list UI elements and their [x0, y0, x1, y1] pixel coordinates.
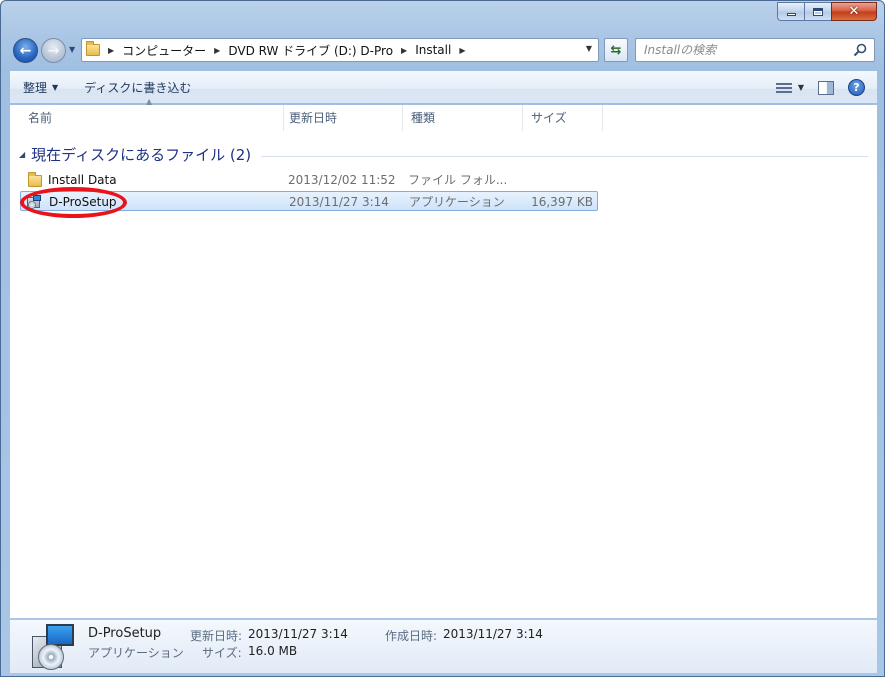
group-header[interactable]: ◢ 現在ディスクにあるファイル (2)	[10, 143, 868, 165]
column-size[interactable]: サイズ	[523, 105, 603, 131]
change-view-button[interactable]: ▼	[775, 82, 804, 94]
details-created-label: 作成日時:	[385, 629, 438, 643]
details-size-value: 16.0 MB	[248, 644, 298, 658]
breadcrumb-arrow-icon[interactable]: ▶	[214, 46, 220, 55]
setup-exe-large-icon	[30, 624, 76, 670]
command-bar: 整理 ▼ ディスクに書き込む ▼ ?	[10, 71, 877, 104]
maximize-icon	[813, 7, 823, 16]
collapse-triangle-icon[interactable]: ◢	[19, 150, 25, 159]
file-row-d-prosetup[interactable]: D-ProSetup 2013/11/27 3:14 アプリケーション 16,3…	[20, 191, 598, 211]
forward-button[interactable]: →	[41, 38, 66, 63]
file-type: アプリケーション	[409, 195, 505, 209]
group-divider	[261, 155, 868, 157]
column-type[interactable]: 種類	[403, 105, 523, 131]
folder-icon	[86, 41, 100, 56]
breadcrumb-arrow-icon[interactable]: ▶	[401, 46, 407, 55]
caption-buttons: ✕	[777, 2, 877, 22]
history-dropdown-icon[interactable]: ▼	[69, 45, 75, 54]
help-icon[interactable]: ?	[848, 79, 865, 96]
navigation-bar: ← → ▼ ▶ コンピューター ▶ DVD RW ドライブ (D:) D-Pro…	[1, 31, 884, 69]
arrow-right-icon: →	[47, 42, 60, 59]
view-list-icon	[775, 82, 792, 94]
chevron-down-icon: ▼	[52, 82, 59, 92]
details-file-type: アプリケーション	[88, 646, 184, 660]
column-name[interactable]: 名前	[20, 105, 284, 131]
column-date-modified[interactable]: 更新日時	[281, 105, 403, 131]
file-row-install-data[interactable]: Install Data 2013/12/02 11:52 ファイル フォル..…	[20, 170, 598, 190]
details-pane: D-ProSetup アプリケーション 更新日時: 2013/11/27 3:1…	[10, 619, 877, 673]
refresh-icon: ⇆	[610, 42, 622, 58]
group-title: 現在ディスクにあるファイル (2)	[31, 145, 252, 164]
search-input[interactable]	[644, 43, 844, 57]
details-modified-label: 更新日時:	[190, 629, 243, 643]
column-header: ▲ 名前 更新日時 種類 サイズ	[10, 97, 877, 131]
breadcrumb-arrow-icon[interactable]: ▶	[459, 46, 465, 55]
address-dropdown-icon[interactable]: ▼	[586, 44, 592, 53]
details-created-value: 2013/11/27 3:14	[443, 627, 543, 641]
preview-pane-icon[interactable]	[818, 80, 834, 95]
minimize-icon	[786, 13, 796, 16]
close-icon: ✕	[848, 4, 860, 19]
details-size-label: サイズ:	[202, 646, 242, 660]
chevron-down-icon: ▼	[797, 83, 804, 92]
breadcrumb-dvd-drive[interactable]: DVD RW ドライブ (D:) D-Pro	[228, 42, 393, 59]
organize-button[interactable]: 整理 ▼	[10, 71, 71, 104]
file-date: 2013/12/02 11:52	[288, 173, 396, 187]
maximize-button[interactable]	[804, 2, 831, 21]
breadcrumb-arrow-icon[interactable]: ▶	[108, 46, 114, 55]
file-name: D-ProSetup	[49, 195, 117, 209]
search-icon[interactable]	[853, 43, 867, 57]
details-modified-value: 2013/11/27 3:14	[248, 627, 348, 641]
back-button[interactable]: ←	[13, 38, 38, 63]
file-date: 2013/11/27 3:14	[289, 195, 389, 209]
file-list: ▲ 名前 更新日時 種類 サイズ ◢ 現在ディスクにあるファイル (2) Ins…	[10, 97, 877, 618]
explorer-window: ✕ ← → ▼ ▶ コンピューター ▶ DVD RW ドライブ (D:) D-P…	[0, 0, 885, 677]
setup-exe-icon	[27, 195, 42, 209]
burn-label: ディスクに書き込む	[84, 80, 192, 95]
organize-label: 整理	[23, 80, 48, 95]
breadcrumb-install[interactable]: Install	[415, 43, 451, 57]
file-size: 16,397 KB	[531, 195, 593, 209]
address-bar[interactable]: ▶ コンピューター ▶ DVD RW ドライブ (D:) D-Pro ▶ Ins…	[81, 38, 599, 62]
breadcrumb-computer[interactable]: コンピューター	[122, 42, 206, 59]
details-file-name: D-ProSetup	[88, 626, 162, 641]
refresh-button[interactable]: ⇆	[604, 38, 628, 62]
file-type: ファイル フォル...	[408, 173, 508, 187]
arrow-left-icon: ←	[19, 42, 32, 59]
burn-to-disc-button[interactable]: ディスクに書き込む	[71, 71, 204, 104]
search-box[interactable]	[635, 38, 875, 62]
close-button[interactable]: ✕	[831, 2, 877, 21]
file-name: Install Data	[48, 173, 117, 187]
minimize-button[interactable]	[777, 2, 804, 21]
folder-icon	[28, 172, 42, 187]
